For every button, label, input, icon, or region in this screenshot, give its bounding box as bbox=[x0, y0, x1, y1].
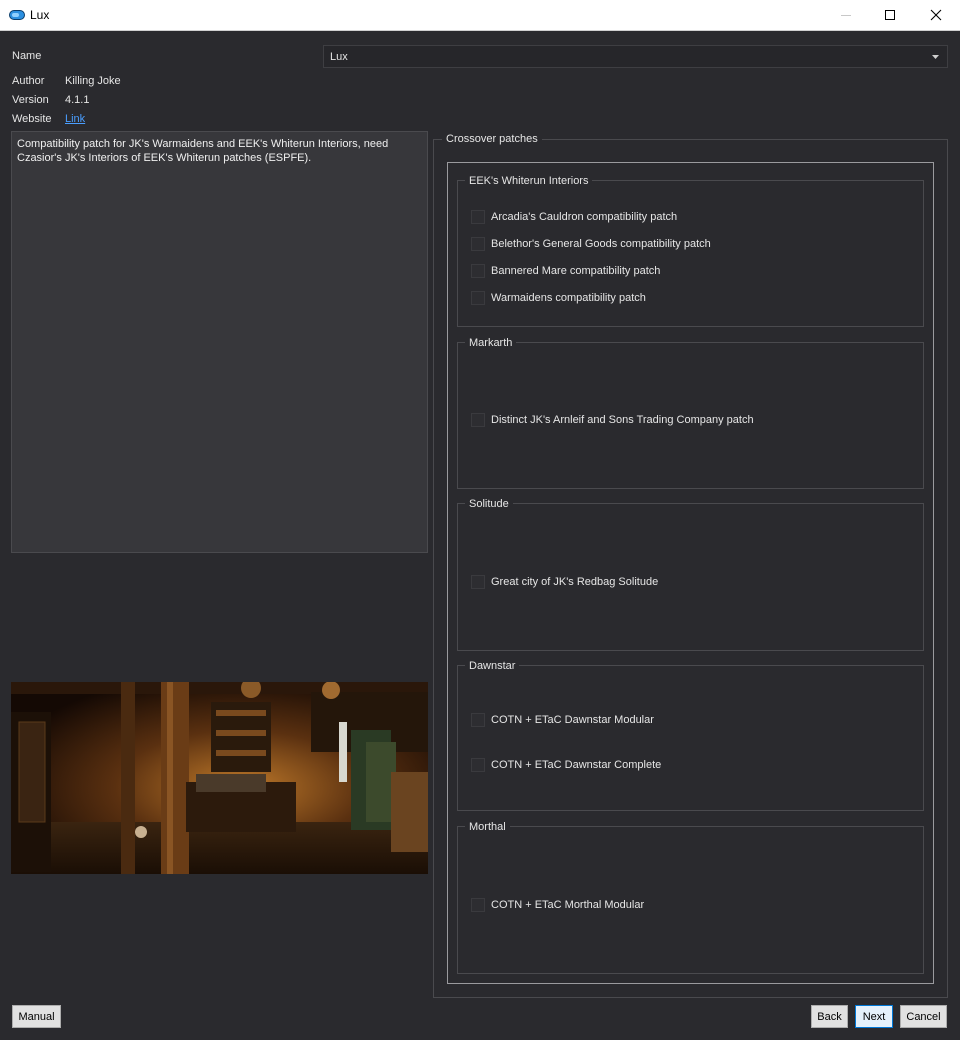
option-label: Great city of JK's Redbag Solitude bbox=[491, 576, 659, 588]
group-title: Morthal bbox=[465, 821, 510, 833]
option-label: COTN + ETaC Morthal Modular bbox=[491, 899, 645, 911]
website-label: Website bbox=[12, 113, 52, 125]
checkbox[interactable] bbox=[471, 758, 485, 772]
chevron-down-icon bbox=[932, 55, 939, 59]
website-link[interactable]: Link bbox=[65, 113, 85, 125]
name-dropdown[interactable]: Lux bbox=[323, 45, 948, 68]
lux-app-icon bbox=[9, 10, 25, 20]
option-label: COTN + ETaC Dawnstar Modular bbox=[491, 714, 654, 726]
checkbox[interactable] bbox=[471, 575, 485, 589]
option-cotn-etac-morthal-modular[interactable]: COTN + ETaC Morthal Modular bbox=[471, 897, 644, 913]
option-cotn-etac-dawnstar-complete[interactable]: COTN + ETaC Dawnstar Complete bbox=[471, 757, 661, 773]
checkbox[interactable] bbox=[471, 898, 485, 912]
checkbox[interactable] bbox=[471, 413, 485, 427]
preview-image bbox=[11, 682, 428, 874]
group-dawnstar bbox=[457, 665, 924, 811]
back-button[interactable]: Back bbox=[811, 1005, 848, 1028]
next-button[interactable]: Next bbox=[855, 1005, 893, 1028]
group-title: Dawnstar bbox=[465, 660, 520, 672]
cancel-button[interactable]: Cancel bbox=[900, 1005, 947, 1028]
close-button[interactable] bbox=[913, 0, 959, 30]
checkbox[interactable] bbox=[471, 264, 485, 278]
option-label: Bannered Mare compatibility patch bbox=[491, 265, 661, 277]
window-title: Lux bbox=[30, 8, 50, 22]
option-distinct-jks-arnleif[interactable]: Distinct JK's Arnleif and Sons Trading C… bbox=[471, 412, 754, 428]
option-arcadias-cauldron[interactable]: Arcadia's Cauldron compatibility patch bbox=[471, 209, 677, 225]
minimize-icon bbox=[841, 15, 851, 16]
version-label: Version bbox=[12, 94, 49, 106]
name-label: Name bbox=[12, 50, 42, 62]
title-bar: Lux bbox=[0, 0, 960, 31]
option-label: Belethor's General Goods compatibility p… bbox=[491, 238, 711, 250]
checkbox[interactable] bbox=[471, 210, 485, 224]
close-icon bbox=[930, 9, 942, 21]
group-title: Solitude bbox=[465, 498, 513, 510]
option-label: Distinct JK's Arnleif and Sons Trading C… bbox=[491, 414, 754, 426]
option-label: Warmaidens compatibility patch bbox=[491, 292, 646, 304]
name-dropdown-value: Lux bbox=[330, 51, 348, 63]
manual-button[interactable]: Manual bbox=[12, 1005, 61, 1028]
author-label: Author bbox=[12, 75, 45, 87]
author-value: Killing Joke bbox=[65, 75, 121, 87]
option-belethors-general-goods[interactable]: Belethor's General Goods compatibility p… bbox=[471, 236, 711, 252]
option-bannered-mare[interactable]: Bannered Mare compatibility patch bbox=[471, 263, 660, 279]
minimize-button[interactable] bbox=[823, 0, 869, 30]
crossover-patches-title: Crossover patches bbox=[442, 133, 542, 145]
maximize-button[interactable] bbox=[867, 0, 913, 30]
checkbox[interactable] bbox=[471, 713, 485, 727]
version-value: 4.1.1 bbox=[65, 94, 90, 106]
option-label: Arcadia's Cauldron compatibility patch bbox=[491, 211, 678, 223]
preview-scene-illustration bbox=[11, 682, 428, 874]
option-cotn-etac-dawnstar-modular[interactable]: COTN + ETaC Dawnstar Modular bbox=[471, 712, 654, 728]
checkbox[interactable] bbox=[471, 237, 485, 251]
option-label: COTN + ETaC Dawnstar Complete bbox=[491, 759, 662, 771]
option-warmaidens[interactable]: Warmaidens compatibility patch bbox=[471, 290, 646, 306]
group-title: Markarth bbox=[465, 337, 517, 349]
description-text: Compatibility patch for JK's Warmaidens … bbox=[11, 131, 428, 553]
option-great-city-redbag-solitude[interactable]: Great city of JK's Redbag Solitude bbox=[471, 574, 658, 590]
group-title: EEK's Whiterun Interiors bbox=[465, 175, 593, 187]
maximize-icon bbox=[885, 10, 895, 20]
checkbox[interactable] bbox=[471, 291, 485, 305]
